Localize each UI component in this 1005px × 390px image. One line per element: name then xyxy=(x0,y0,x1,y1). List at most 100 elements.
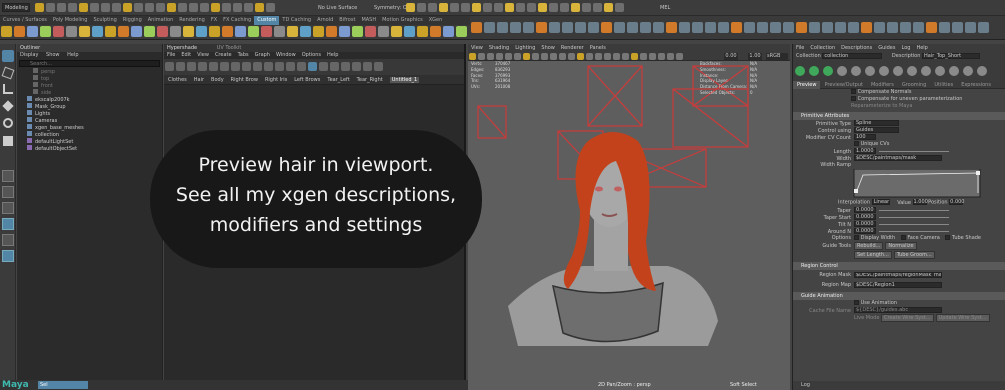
xgen-tab[interactable]: Preview/Output xyxy=(820,81,867,89)
length-field[interactable]: 1.0000 xyxy=(854,148,876,154)
shelf-tool-icon[interactable] xyxy=(170,26,181,37)
status-tool-icon[interactable] xyxy=(428,3,437,12)
shelf-tool-icon[interactable] xyxy=(783,22,794,33)
shelf-tool-icon[interactable] xyxy=(365,26,376,37)
status-tool-icon[interactable] xyxy=(604,3,613,12)
shelf-tool-icon[interactable] xyxy=(313,26,324,37)
hypershade-menu-item[interactable]: Window xyxy=(276,52,296,58)
outliner-item[interactable]: side xyxy=(17,89,162,96)
shelf-tool-icon[interactable] xyxy=(222,26,233,37)
viewport-tool-icon[interactable] xyxy=(631,53,638,60)
hypershade-tool-icon[interactable] xyxy=(352,62,361,71)
shelf-tab[interactable]: Custom xyxy=(254,16,280,25)
tube-shade-checkbox[interactable] xyxy=(945,235,951,240)
outliner-item[interactable]: ekscalp2007k xyxy=(17,96,162,103)
status-tool-icon[interactable] xyxy=(593,3,602,12)
shelf-tool-icon[interactable] xyxy=(835,22,846,33)
shelf-tool-icon[interactable] xyxy=(978,22,989,33)
shelf-tool-icon[interactable] xyxy=(614,22,625,33)
outliner-item[interactable]: Cameras xyxy=(17,117,162,124)
hypershade-tool-icon[interactable] xyxy=(286,62,295,71)
hypershade-tool-icon[interactable] xyxy=(308,62,317,71)
shelf-tool-icon[interactable] xyxy=(692,22,703,33)
viewport-tool-icon[interactable] xyxy=(532,53,539,60)
status-tool-icon[interactable] xyxy=(134,3,143,12)
viewport-tool-icon[interactable] xyxy=(586,53,593,60)
viewport-canvas[interactable] xyxy=(468,61,790,390)
status-tool-icon[interactable] xyxy=(266,3,275,12)
move-tool-icon[interactable] xyxy=(2,100,14,112)
hypershade-title[interactable]: Hypershade xyxy=(167,45,197,51)
status-tool-icon[interactable] xyxy=(527,3,536,12)
xgen-tool-icon[interactable] xyxy=(935,66,945,76)
shelf-tool-icon[interactable] xyxy=(131,26,142,37)
log-header[interactable]: Log xyxy=(793,381,1005,390)
hypershade-tool-icon[interactable] xyxy=(209,62,218,71)
shelf-tool-icon[interactable] xyxy=(848,22,859,33)
shelf-tool-icon[interactable] xyxy=(705,22,716,33)
shelf-tool-icon[interactable] xyxy=(822,22,833,33)
viewport-menu-item[interactable]: Shading xyxy=(489,45,509,51)
outliner-item[interactable]: top xyxy=(17,75,162,82)
xgen-tool-icon[interactable] xyxy=(865,66,875,76)
layout-hypershade-icon[interactable] xyxy=(2,250,14,262)
shelf-tool-icon[interactable] xyxy=(118,26,129,37)
shelf-tool-icon[interactable] xyxy=(14,26,25,37)
rebuild-button[interactable]: Rebuild... xyxy=(854,242,884,250)
shelf-tool-icon[interactable] xyxy=(27,26,38,37)
outliner-item[interactable]: collection xyxy=(17,131,162,138)
hypershade-tool-icon[interactable] xyxy=(242,62,251,71)
hypershade-tab[interactable]: Tear_Left xyxy=(327,77,349,83)
viewport-tool-icon[interactable] xyxy=(514,53,521,60)
layout-single-icon[interactable] xyxy=(2,170,14,182)
live-mode-label[interactable]: Live Mode xyxy=(854,315,879,321)
xgen-tool-icon[interactable] xyxy=(921,66,931,76)
status-tool-icon[interactable] xyxy=(461,3,470,12)
xgen-tool-icon[interactable] xyxy=(907,66,917,76)
viewport-tool-icon[interactable] xyxy=(505,53,512,60)
outliner-search-input[interactable]: Search... xyxy=(19,60,160,67)
status-tool-icon[interactable] xyxy=(90,3,99,12)
shelf-tool-icon[interactable] xyxy=(352,26,363,37)
shelf-tab[interactable]: FX xyxy=(208,16,220,25)
shelf-tool-icon[interactable] xyxy=(443,26,454,37)
status-tool-icon[interactable] xyxy=(255,3,264,12)
viewport-menu-item[interactable]: Lighting xyxy=(515,45,535,51)
status-tool-icon[interactable] xyxy=(538,3,547,12)
status-tool-icon[interactable] xyxy=(439,3,448,12)
status-tool-icon[interactable] xyxy=(112,3,121,12)
hypershade-tool-icon[interactable] xyxy=(220,62,229,71)
shelf-tool-icon[interactable] xyxy=(404,26,415,37)
outliner-item[interactable]: xgen_base_meshes xyxy=(17,124,162,131)
shelf-tool-icon[interactable] xyxy=(588,22,599,33)
hypershade-tool-icon[interactable] xyxy=(374,62,383,71)
viewport-tool-icon[interactable] xyxy=(478,53,485,60)
shelf-tool-icon[interactable] xyxy=(144,26,155,37)
viewport-menu-item[interactable]: View xyxy=(471,45,483,51)
status-tool-icon[interactable] xyxy=(406,3,415,12)
xgen-menu-item[interactable]: Guides xyxy=(878,45,895,51)
status-tool-icon[interactable] xyxy=(123,3,132,12)
display-width-checkbox[interactable] xyxy=(854,235,859,240)
hypershade-tab[interactable]: Tear_Right xyxy=(357,77,383,83)
shelf-tool-icon[interactable] xyxy=(900,22,911,33)
shelf-tab[interactable]: Poly Modeling xyxy=(50,16,91,25)
status-tool-icon[interactable] xyxy=(167,3,176,12)
viewport-tool-icon[interactable] xyxy=(496,53,503,60)
xgen-tool-icon[interactable] xyxy=(893,66,903,76)
region-mask-field[interactable]: $DESC/paintmaps/regionMask_map xyxy=(854,271,942,278)
shelf-tab[interactable]: Rigging xyxy=(120,16,145,25)
cv-count-field[interactable]: 100 xyxy=(854,134,876,140)
shelf-tool-icon[interactable] xyxy=(1,26,12,37)
viewport-tool-icon[interactable] xyxy=(559,53,566,60)
outliner-menu-show[interactable]: Show xyxy=(46,52,60,58)
unique-cvs-checkbox[interactable] xyxy=(854,141,859,146)
taper-start-field[interactable]: 0.0000 xyxy=(854,214,876,220)
hypershade-tool-icon[interactable] xyxy=(319,62,328,71)
taper-slider[interactable] xyxy=(879,209,949,211)
shelf-tool-icon[interactable] xyxy=(913,22,924,33)
shelf-tab[interactable]: Arnold xyxy=(314,16,336,25)
shelf-tool-icon[interactable] xyxy=(731,22,742,33)
hypershade-tool-icon[interactable] xyxy=(363,62,372,71)
xgen-tool-icon[interactable] xyxy=(851,66,861,76)
